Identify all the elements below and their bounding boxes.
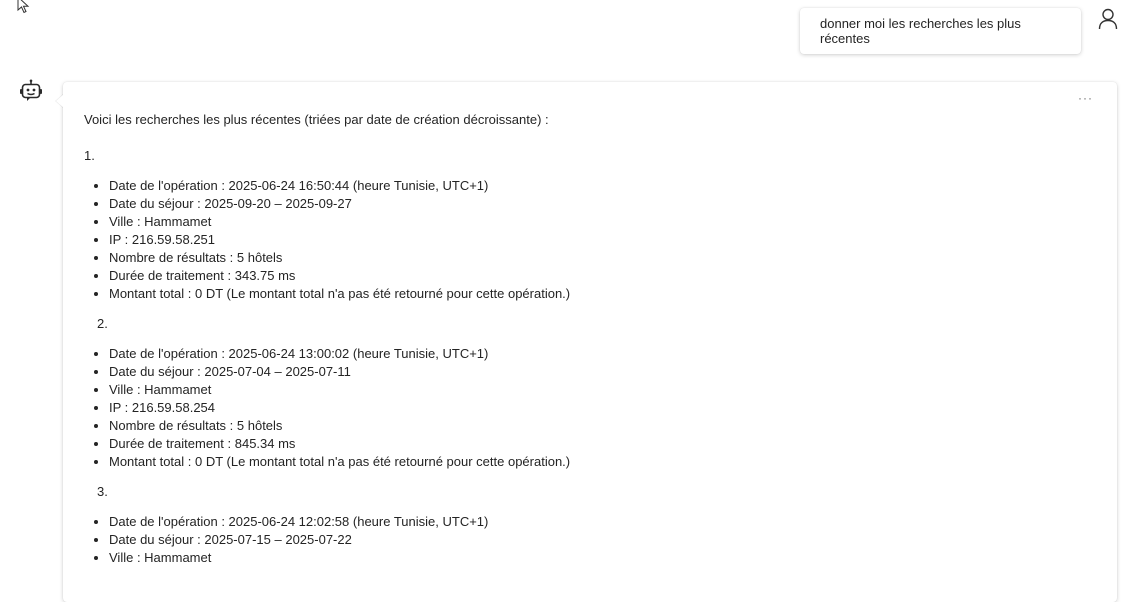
bot-message-content: Voici les recherches les plus récentes (… xyxy=(84,111,1094,579)
user-message-row: donner moi les recherches les plus récen… xyxy=(0,8,1137,56)
result-detail: Montant total : 0 DT (Le montant total n… xyxy=(109,285,1094,303)
result-detail-list: Date de l'opération : 2025-06-24 13:00:0… xyxy=(84,345,1094,471)
user-message-text: donner moi les recherches les plus récen… xyxy=(820,16,1021,46)
result-detail: Date de l'opération : 2025-06-24 12:02:5… xyxy=(109,513,1094,531)
result-detail: Date du séjour : 2025-07-15 – 2025-07-22 xyxy=(109,531,1094,549)
result-detail: Durée de traitement : 845.34 ms xyxy=(109,435,1094,453)
result-detail: Ville : Hammamet xyxy=(109,549,1094,567)
result-detail: Date du séjour : 2025-07-04 – 2025-07-11 xyxy=(109,363,1094,381)
result-detail: Date du séjour : 2025-09-20 – 2025-09-27 xyxy=(109,195,1094,213)
person-icon xyxy=(1098,8,1118,30)
result-detail: Nombre de résultats : 5 hôtels xyxy=(109,249,1094,267)
result-detail-list: Date de l'opération : 2025-06-24 12:02:5… xyxy=(84,513,1094,567)
result-number: 1. xyxy=(84,148,95,163)
bot-bubble-tail xyxy=(56,94,64,108)
result-number: 3. xyxy=(97,484,108,499)
result-detail: Montant total : 0 DT (Le montant total n… xyxy=(109,453,1094,471)
result-detail: Date de l'opération : 2025-06-24 13:00:0… xyxy=(109,345,1094,363)
result-detail: Ville : Hammamet xyxy=(109,213,1094,231)
robot-icon xyxy=(20,79,42,101)
result-detail: Nombre de résultats : 5 hôtels xyxy=(109,417,1094,435)
more-options-icon[interactable]: ··· xyxy=(1078,91,1093,105)
user-message-bubble: donner moi les recherches les plus récen… xyxy=(800,8,1081,54)
result-detail: Durée de traitement : 343.75 ms xyxy=(109,267,1094,285)
result-number: 2. xyxy=(97,316,108,331)
result-detail: IP : 216.59.58.251 xyxy=(109,231,1094,249)
bot-message-intro: Voici les recherches les plus récentes (… xyxy=(84,112,549,127)
result-detail: IP : 216.59.58.254 xyxy=(109,399,1094,417)
result-detail-list: Date de l'opération : 2025-06-24 16:50:4… xyxy=(84,177,1094,303)
result-detail: Ville : Hammamet xyxy=(109,381,1094,399)
result-detail: Date de l'opération : 2025-06-24 16:50:4… xyxy=(109,177,1094,195)
